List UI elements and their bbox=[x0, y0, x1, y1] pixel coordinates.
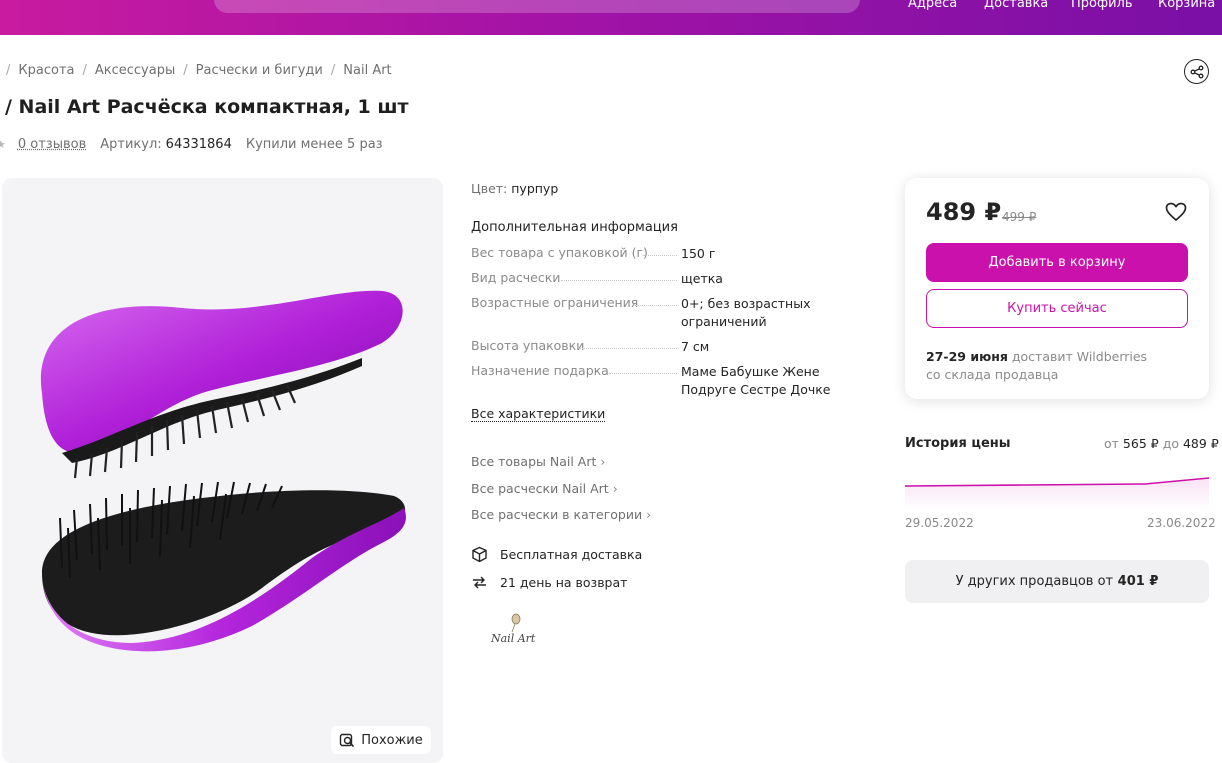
nav-cart[interactable]: Корзина bbox=[1158, 0, 1215, 11]
share-button[interactable] bbox=[1184, 59, 1209, 84]
dotted-leader bbox=[635, 305, 677, 306]
spec-value: 7 см bbox=[681, 339, 710, 354]
delivery-date: 27-29 июня bbox=[926, 349, 1008, 364]
price-history-chart[interactable] bbox=[905, 466, 1209, 510]
spec-key: Высота упаковки bbox=[471, 338, 585, 353]
feature-label: 21 день на возврат bbox=[500, 575, 628, 590]
delivery-from: со склада продавца bbox=[926, 367, 1059, 382]
brand-all-products-link[interactable]: Все товары Nail Art › bbox=[471, 454, 605, 469]
box-icon bbox=[472, 546, 487, 563]
dotted-leader bbox=[579, 348, 677, 349]
spec-key: Вид расчески bbox=[471, 270, 561, 285]
delivery-by: доставит Wildberries bbox=[1011, 349, 1148, 364]
dotted-leader bbox=[643, 255, 677, 256]
search-bar[interactable] bbox=[214, 0, 860, 13]
page-title: / Nail Art Расчёска компактная, 1 шт bbox=[5, 96, 409, 118]
history-start-date: 29.05.2022 bbox=[905, 516, 974, 530]
brand-logo[interactable]: Nail Art bbox=[488, 610, 548, 654]
breadcrumb: / Красота / Аксессуары / Расчески и бигу… bbox=[6, 63, 392, 78]
return-arrows-icon bbox=[473, 576, 486, 589]
current-price: 489 ₽ bbox=[926, 198, 1002, 226]
link-label: Все расчески Nail Art bbox=[471, 481, 609, 496]
free-delivery-feature: Бесплатная доставка bbox=[471, 546, 642, 563]
old-price: 499 ₽ bbox=[1002, 210, 1037, 224]
spec-value: 150 г bbox=[681, 246, 716, 261]
price-history-range: от 565 ₽ до 489 ₽ bbox=[1104, 436, 1219, 451]
product-gallery[interactable] bbox=[2, 178, 443, 763]
dotted-leader bbox=[609, 373, 677, 374]
star-icon: ★ bbox=[0, 138, 6, 151]
brand-brushes-link[interactable]: Все расчески Nail Art › bbox=[471, 481, 618, 496]
range-from-label: от bbox=[1104, 436, 1119, 451]
range-from-value: 565 ₽ bbox=[1122, 436, 1159, 451]
chevron-right-icon: › bbox=[646, 507, 652, 522]
nail-art-logo: Nail Art bbox=[490, 613, 536, 645]
spec-value: щетка bbox=[681, 271, 723, 286]
reviews-link[interactable]: 0 отзывов bbox=[18, 137, 86, 152]
spec-key: Назначение подарка bbox=[471, 363, 609, 378]
similar-label: Похожие bbox=[361, 732, 423, 748]
other-sellers-label: У других продавцов от bbox=[955, 574, 1114, 589]
return-feature: 21 день на возврат bbox=[471, 574, 627, 591]
heart-icon[interactable] bbox=[1165, 202, 1187, 222]
all-specs-link[interactable]: Все характеристики bbox=[471, 406, 606, 422]
range-to-value: 489 ₽ bbox=[1182, 436, 1219, 451]
article-label: Артикул: bbox=[100, 137, 162, 152]
similar-search-icon bbox=[340, 733, 355, 748]
chevron-right-icon: › bbox=[612, 481, 618, 496]
range-to-label: до bbox=[1162, 436, 1179, 451]
link-label: Все расчески в категории bbox=[471, 507, 643, 522]
nav-profile[interactable]: Профиль bbox=[1071, 0, 1133, 11]
dotted-leader bbox=[561, 280, 677, 281]
delivery-info: 27-29 июня доставит Wildberries со склад… bbox=[926, 348, 1147, 384]
article-value: 64331864 bbox=[165, 137, 232, 152]
spec-key: Возрастные ограничения bbox=[471, 295, 639, 310]
product-meta: ★ 0 отзывов Артикул: 64331864 Купили мен… bbox=[0, 137, 383, 152]
breadcrumb-item[interactable]: Аксессуары bbox=[95, 63, 175, 78]
color-value: пурпур bbox=[511, 181, 559, 196]
breadcrumb-item[interactable]: Красота bbox=[18, 63, 74, 78]
similar-button[interactable]: Похожие bbox=[331, 726, 431, 754]
spec-key: Вес товара с упаковкой (г) bbox=[471, 245, 648, 260]
spec-value: 0+; без возрастных ограничений bbox=[681, 296, 811, 329]
other-sellers-button[interactable]: У других продавцов от 401 ₽ bbox=[905, 560, 1209, 603]
price-card: 489 ₽ 499 ₽ Добавить в корзину Купить се… bbox=[905, 178, 1209, 399]
feature-label: Бесплатная доставка bbox=[500, 547, 643, 562]
additional-info-heading: Дополнительная информация bbox=[471, 220, 678, 235]
nav-addresses[interactable]: Адреса bbox=[908, 0, 957, 11]
top-header: Адреса Доставка Профиль Корзина bbox=[0, 0, 1222, 35]
category-brushes-link[interactable]: Все расчески в категории › bbox=[471, 507, 651, 522]
color-info: Цвет: пурпур bbox=[471, 181, 558, 196]
share-icon bbox=[1190, 65, 1203, 78]
product-image bbox=[40, 290, 406, 652]
history-end-date: 23.06.2022 bbox=[1147, 516, 1216, 530]
brand-logo-text: Nail Art bbox=[490, 632, 536, 645]
spec-value: Маме Бабушке Жене Подруге Сестре Дочке bbox=[681, 364, 831, 397]
chevron-right-icon: › bbox=[600, 454, 606, 469]
breadcrumb-item[interactable]: Nail Art bbox=[343, 63, 391, 78]
other-sellers-price: 401 ₽ bbox=[1117, 574, 1159, 589]
breadcrumb-item[interactable]: Расчески и бигуди bbox=[196, 63, 323, 78]
price-history-title: История цены bbox=[905, 436, 1011, 451]
nav-delivery[interactable]: Доставка bbox=[984, 0, 1048, 11]
buy-now-button[interactable]: Купить сейчас bbox=[926, 289, 1188, 328]
add-to-cart-button[interactable]: Добавить в корзину bbox=[926, 243, 1188, 282]
link-label: Все товары Nail Art bbox=[471, 454, 597, 469]
bought-count: Купили менее 5 раз bbox=[245, 137, 383, 152]
color-label: Цвет: bbox=[471, 181, 508, 196]
